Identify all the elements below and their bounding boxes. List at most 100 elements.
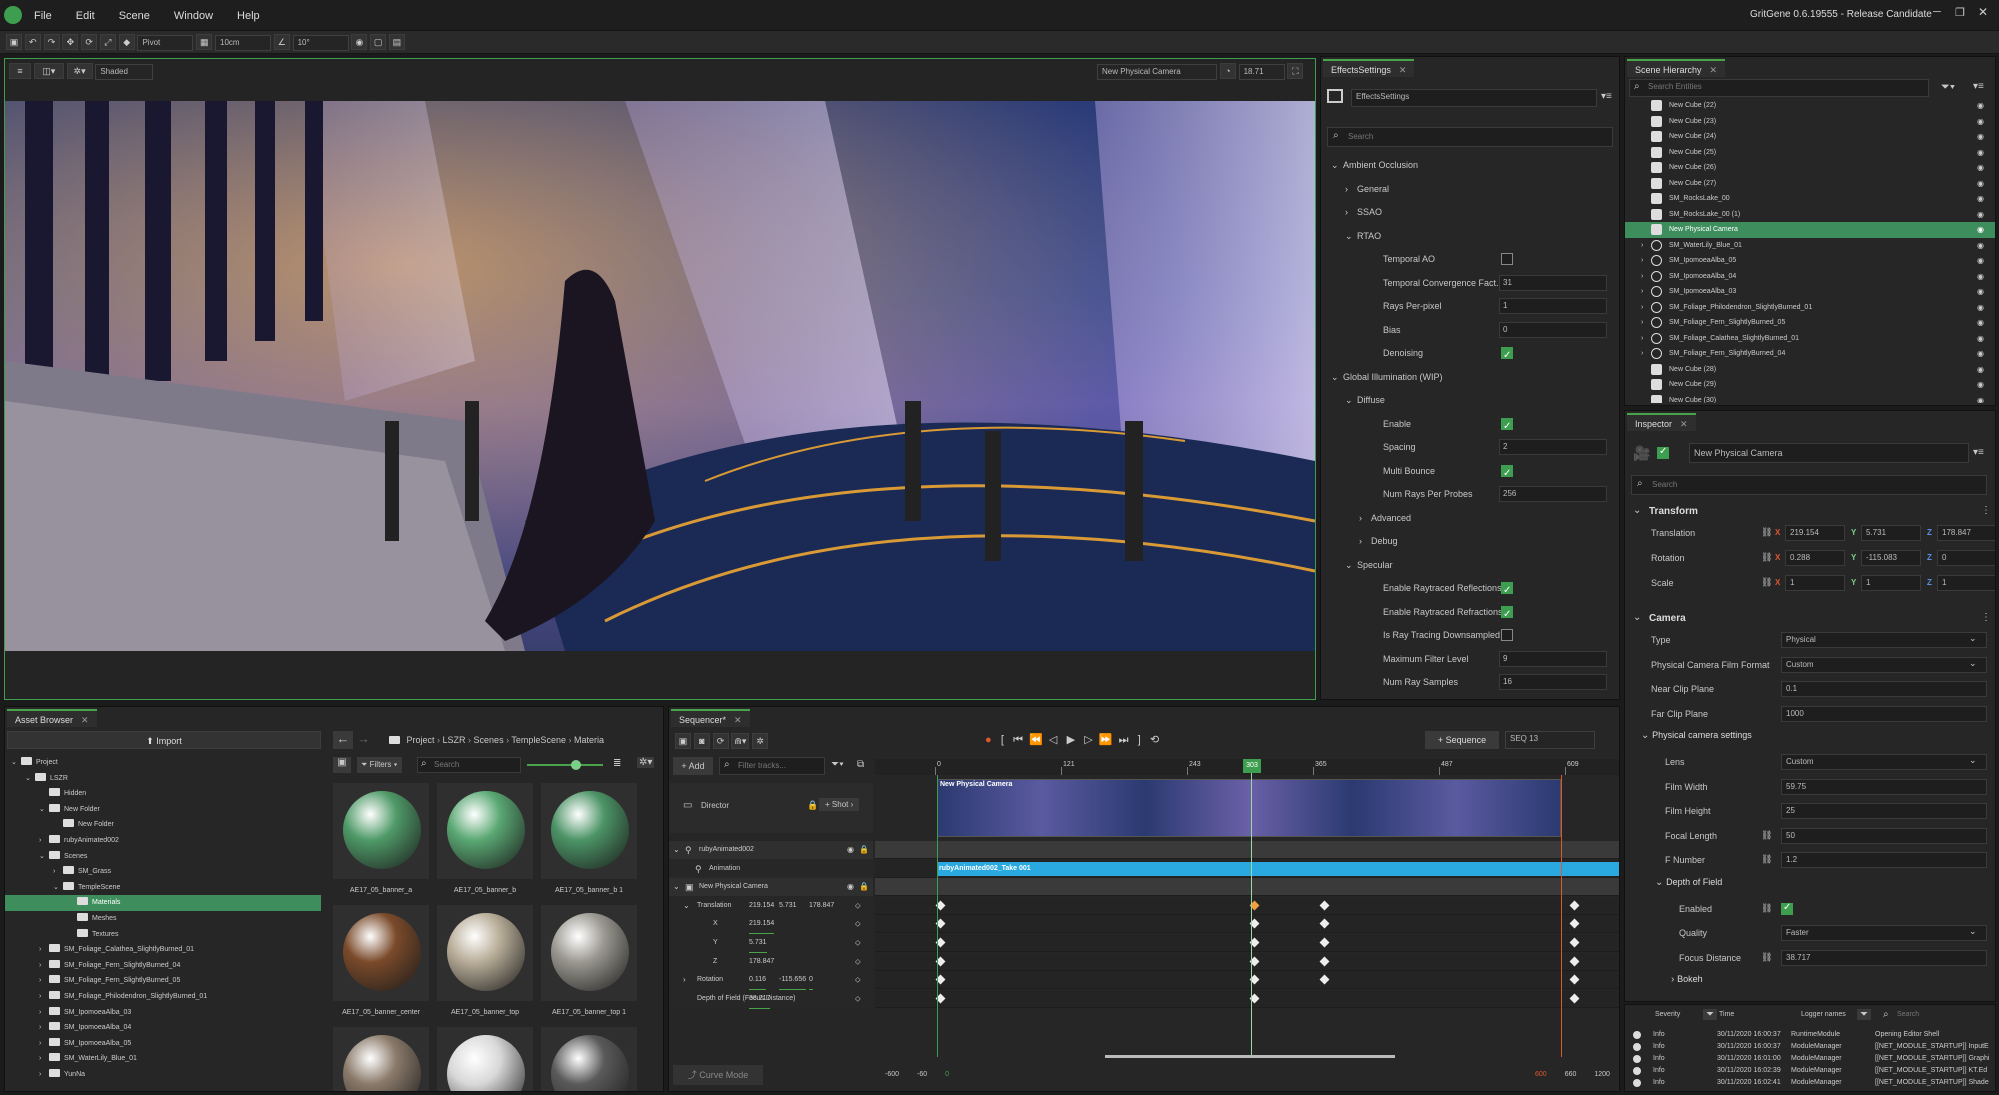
folder-item[interactable]: › SM_IpomoeaAlba_04 bbox=[5, 1020, 321, 1036]
range-value[interactable]: -60 bbox=[917, 1071, 927, 1078]
track-row[interactable]: ⚲ Animation bbox=[669, 859, 873, 878]
asset-thumbnail[interactable] bbox=[333, 1027, 429, 1091]
hierarchy-item[interactable]: New Cube (25) ◉ bbox=[1625, 145, 1995, 161]
chevron-right-icon[interactable]: › bbox=[53, 864, 55, 880]
hierarchy-item[interactable]: › SM_Foliage_Fern_SlightlyBurned_04 ◉ bbox=[1625, 346, 1995, 362]
folder-item[interactable]: New Folder bbox=[5, 817, 321, 833]
keyframe[interactable] bbox=[1569, 993, 1580, 1004]
fullscreen-icon[interactable]: ⛶ bbox=[1287, 63, 1304, 79]
folder-item[interactable]: Hidden bbox=[5, 786, 321, 802]
asset-thumbnail[interactable]: AE17_05_banner_center bbox=[333, 905, 429, 1016]
prev-key-icon[interactable]: ⏪ bbox=[1029, 734, 1043, 746]
track-lane[interactable] bbox=[875, 971, 1619, 990]
chevron-down-icon[interactable]: ⌄ bbox=[1345, 226, 1353, 246]
forward-icon[interactable]: → bbox=[357, 731, 370, 746]
chevron-down-icon[interactable]: ⌄ bbox=[1969, 658, 1977, 669]
track-row[interactable]: Z 178.847 ⬦ bbox=[669, 952, 873, 972]
track-value[interactable]: 178.847 bbox=[749, 953, 775, 972]
tab-effects-settings[interactable]: EffectsSettings ✕ bbox=[1323, 59, 1415, 77]
chevron-right-icon[interactable]: › bbox=[39, 989, 41, 1005]
hierarchy-item[interactable]: New Cube (27) ◉ bbox=[1625, 176, 1995, 192]
visibility-eye-icon[interactable]: ◉ bbox=[1977, 300, 1984, 316]
keyframe-icon[interactable]: ⬦ bbox=[855, 934, 861, 952]
chevron-down-icon[interactable]: ⌄ bbox=[25, 771, 31, 787]
breadcrumb-item[interactable]: Project bbox=[407, 735, 435, 745]
log-search-input[interactable]: Search bbox=[1897, 1011, 1919, 1018]
track-value[interactable]: 178.847 bbox=[809, 897, 835, 916]
mark-in-icon[interactable]: [ bbox=[1001, 734, 1004, 746]
camera-prop-field[interactable]: 0.1 bbox=[1781, 681, 1987, 697]
film-icon[interactable]: ▤ bbox=[388, 34, 405, 50]
log-row[interactable]: Info 30/11/2020 16:01:00 ModuleManager [[NE… bbox=[1625, 1053, 1990, 1065]
log-row[interactable]: Info 30/11/2020 16:00:37 RuntimeModule Open… bbox=[1625, 1029, 1985, 1041]
hierarchy-item[interactable]: New Cube (28) ◉ bbox=[1625, 362, 1995, 378]
effects-number-field[interactable]: 2 bbox=[1499, 439, 1607, 455]
hierarchy-item[interactable]: New Cube (24) ◉ bbox=[1625, 129, 1995, 145]
camera-prop-dropdown[interactable]: Physical bbox=[1781, 632, 1987, 648]
keyframe-icon[interactable]: ⬦ bbox=[855, 915, 861, 933]
add-track-button[interactable]: + Add bbox=[673, 757, 713, 775]
transform-x-field[interactable]: 0.288 bbox=[1785, 550, 1845, 566]
close-tab-icon[interactable]: ✕ bbox=[1399, 65, 1407, 75]
chevron-right-icon[interactable]: › bbox=[1641, 315, 1643, 331]
folder-item[interactable]: › SM_IpomoeaAlba_05 bbox=[5, 1036, 321, 1052]
animation-clip[interactable]: rubyAnimated002_Take 001 bbox=[937, 861, 1619, 876]
folder-item[interactable]: › rubyAnimated002 bbox=[5, 833, 321, 849]
chevron-down-icon[interactable]: ⌄ bbox=[1331, 367, 1339, 387]
track-value[interactable]: 5.731 bbox=[779, 897, 797, 916]
dof-enabled-checkbox[interactable] bbox=[1781, 902, 1793, 915]
chevron-down-icon[interactable]: ⌄ bbox=[1641, 730, 1652, 741]
effects-checkbox[interactable] bbox=[1501, 464, 1513, 484]
chevron-down-icon[interactable]: ⌄ bbox=[1969, 755, 1977, 766]
hierarchy-item[interactable]: › SM_Foliage_Fern_SlightlyBurned_05 ◉ bbox=[1625, 315, 1995, 331]
transform-y-field[interactable]: -115.083 bbox=[1861, 550, 1921, 566]
fov-field[interactable]: 18.71 bbox=[1238, 64, 1285, 80]
filter-icon[interactable]: ⏷▾ bbox=[1941, 81, 1955, 94]
physical-settings-header[interactable]: ⌄ Physical camera settings bbox=[1641, 730, 1752, 750]
asset-thumbnail[interactable]: AE17_05_banner_a bbox=[333, 783, 429, 894]
keyframe[interactable] bbox=[1569, 956, 1580, 967]
step-back-icon[interactable]: ◁ bbox=[1049, 734, 1057, 746]
folder-item[interactable]: › SM_Foliage_Fern_SlightlyBurned_05 bbox=[5, 973, 321, 989]
step-forward-icon[interactable]: ▷ bbox=[1084, 734, 1092, 746]
shading-dropdown[interactable]: Shaded bbox=[95, 64, 154, 80]
effects-number-field[interactable]: 16 bbox=[1499, 674, 1607, 690]
track-lane[interactable] bbox=[875, 878, 1619, 897]
chevron-down-icon[interactable]: ⌄ bbox=[673, 841, 680, 859]
severity-header[interactable]: Severity bbox=[1655, 1011, 1680, 1018]
new-folder-icon[interactable]: ▣ bbox=[333, 757, 351, 773]
import-button[interactable]: ⬆ Import bbox=[7, 731, 321, 749]
folder-item[interactable]: › SM_Foliage_Calathea_SlightlyBurned_01 bbox=[5, 942, 321, 958]
folder-item[interactable]: ⌄ TempleScene bbox=[5, 880, 321, 896]
settings-icon[interactable]: ✲▾ bbox=[66, 63, 93, 79]
chevron-down-icon[interactable]: ⌄ bbox=[1633, 612, 1641, 623]
visibility-eye-icon[interactable]: ◉ bbox=[847, 841, 854, 859]
list-icon[interactable]: ▾≡ bbox=[1601, 91, 1612, 102]
effects-number-field[interactable]: 256 bbox=[1499, 486, 1607, 502]
keyframe[interactable] bbox=[1319, 918, 1330, 929]
link-icon[interactable]: ⛓ bbox=[1761, 552, 1772, 563]
filters-button[interactable]: ⏷ Filters ▾ bbox=[357, 757, 402, 773]
scale-tool-icon[interactable]: ⤢ bbox=[99, 34, 116, 50]
camera-tool-icon[interactable]: ◉ bbox=[351, 34, 368, 50]
mark-out-icon[interactable]: ] bbox=[1138, 734, 1141, 746]
back-icon[interactable]: ← bbox=[333, 731, 353, 749]
track-value[interactable]: 0 bbox=[809, 971, 813, 991]
keyframe[interactable] bbox=[1569, 918, 1580, 929]
folder-item[interactable]: Textures bbox=[5, 927, 321, 943]
timeline-range-start[interactable]: -600 -60 0 bbox=[885, 1071, 967, 1078]
chevron-right-icon[interactable]: › bbox=[39, 1036, 41, 1052]
folder-item[interactable]: ⌄ Project bbox=[5, 755, 321, 771]
track-row[interactable]: X 219.154 ⬦ bbox=[669, 915, 873, 935]
chevron-right-icon[interactable]: › bbox=[1641, 300, 1643, 316]
hierarchy-item[interactable]: New Cube (30) ◉ bbox=[1625, 393, 1995, 403]
more-icon[interactable]: ⋮ bbox=[1981, 505, 1991, 516]
folder-item[interactable]: ⌄ New Folder bbox=[5, 802, 321, 818]
chevron-right-icon[interactable]: › bbox=[39, 1020, 41, 1036]
breadcrumb-item[interactable]: TempleScene bbox=[511, 735, 566, 745]
folder-item[interactable]: › SM_WaterLily_Blue_01 bbox=[5, 1051, 321, 1067]
section-header[interactable]: ⌄ Transform ⋮ bbox=[1625, 501, 1995, 523]
asset-thumbnail[interactable]: AE17_05_banner_b bbox=[437, 783, 533, 894]
transform-z-field[interactable]: 178.847 bbox=[1937, 525, 1995, 541]
visibility-eye-icon[interactable]: ◉ bbox=[1977, 331, 1984, 347]
